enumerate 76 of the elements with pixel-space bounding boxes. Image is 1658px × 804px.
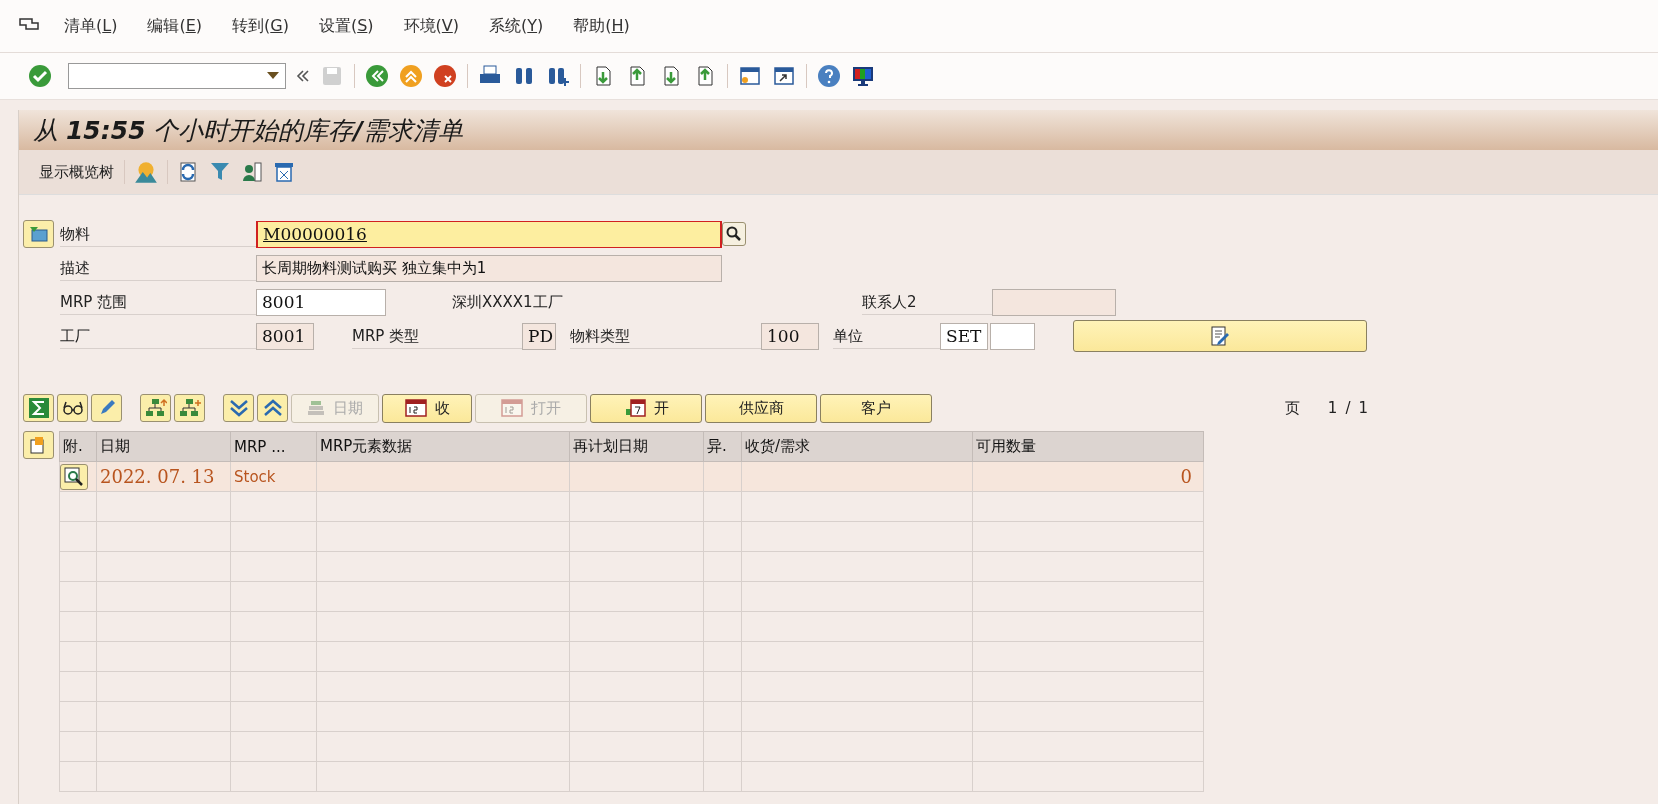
tree-toggle-button[interactable] (23, 220, 54, 248)
hierarchy-button[interactable] (140, 394, 171, 422)
expand-button[interactable] (223, 394, 254, 422)
hierarchy-icon (178, 398, 201, 418)
menu-item[interactable]: 转到(G) (232, 15, 289, 37)
calendar-icon (623, 399, 646, 417)
material-input[interactable]: M00000016 (256, 220, 722, 248)
stack-icon (307, 400, 325, 416)
search-button[interactable] (722, 222, 746, 246)
calendar-icon (404, 399, 427, 417)
mountains-icon[interactable] (133, 159, 159, 185)
mrp-type-field: PD (522, 322, 556, 350)
hierarchy-button[interactable] (174, 394, 205, 422)
plant-name: 深圳XXXX1工厂 (452, 292, 564, 312)
monitor-icon[interactable] (851, 64, 875, 88)
column-header[interactable]: 日期 (96, 431, 231, 462)
toolbar-button[interactable]: 客户 (820, 393, 932, 423)
magnifier-icon (64, 466, 84, 487)
person-list-icon[interactable] (240, 160, 264, 184)
command-field[interactable] (68, 63, 286, 89)
column-header[interactable]: 附. (59, 431, 97, 462)
collapse-icon[interactable] (296, 69, 310, 83)
cancel-icon[interactable] (433, 64, 457, 88)
screen-title: 从 15:55 个小时开始的库存/需求清单 (19, 110, 1658, 150)
unit-field: SET (940, 322, 988, 350)
double-chevron-down-icon (228, 399, 249, 417)
column-header[interactable]: 再计划日期 (569, 431, 704, 462)
sum-button[interactable] (23, 394, 54, 422)
mrp-area-input[interactable]: 8001 (256, 288, 386, 316)
glasses-button[interactable] (57, 394, 88, 422)
glasses-icon (61, 400, 84, 416)
edit-document-icon (1209, 325, 1231, 347)
double-chevron-up-icon (262, 399, 283, 417)
unit-input[interactable] (990, 322, 1035, 350)
help-icon[interactable] (817, 64, 841, 88)
table-cell: Stock (234, 467, 276, 486)
column-header[interactable]: 可用数量 (972, 431, 1204, 462)
pencil-button[interactable] (91, 394, 122, 422)
edit-button[interactable] (1073, 320, 1367, 352)
window-shortcut-icon[interactable] (772, 64, 796, 88)
collapse-button[interactable] (257, 394, 288, 422)
column-header[interactable]: 收货/需求 (741, 431, 973, 462)
folder-icon (28, 225, 49, 243)
overview-tree-button[interactable]: 显示概览树 (37, 160, 116, 184)
menu-item[interactable]: 帮助(H) (573, 15, 630, 37)
plant-field: 8001 (256, 322, 314, 350)
menu-item[interactable]: 编辑(E) (147, 15, 203, 37)
column-header[interactable]: MRP元素数据 (316, 431, 570, 462)
column-header[interactable]: MRP ... (230, 431, 317, 462)
toolbar-button[interactable]: 开 (590, 393, 702, 423)
search-icon (726, 226, 742, 242)
toolbar-button[interactable]: 供应商 (705, 393, 817, 423)
material-type-field: 100 (761, 322, 819, 350)
page-separator: / (1345, 399, 1351, 417)
column-header[interactable]: 异. (703, 431, 742, 462)
table-cell: 2022. 07. 13 (100, 466, 215, 487)
calendar-icon (501, 399, 523, 417)
sigma-icon (28, 398, 49, 418)
checkmark-icon[interactable] (28, 64, 52, 88)
table-cell-text: 0 (1179, 466, 1193, 487)
menu-item[interactable]: 清单(L) (64, 15, 118, 37)
toolbar-button[interactable]: 收 (382, 393, 472, 423)
window-new-icon[interactable] (738, 64, 762, 88)
hierarchy-icon (144, 398, 167, 418)
menu-item[interactable]: 环境(V) (403, 15, 460, 37)
page-number: 1 (1327, 399, 1338, 417)
menu-item[interactable]: 设置(S) (318, 15, 374, 37)
description-field: 长周期物料测试购买 独立集中为1 (256, 254, 722, 282)
menu-item[interactable]: 系统(Y) (489, 15, 544, 37)
layout-button[interactable] (23, 431, 54, 459)
dropdown-icon[interactable] (267, 72, 279, 80)
sheet-icon[interactable] (272, 160, 296, 184)
back-icon[interactable] (365, 64, 389, 88)
detail-button[interactable] (60, 463, 88, 490)
page-total: 1 (1358, 399, 1368, 417)
page-label: 页 (1284, 398, 1300, 418)
